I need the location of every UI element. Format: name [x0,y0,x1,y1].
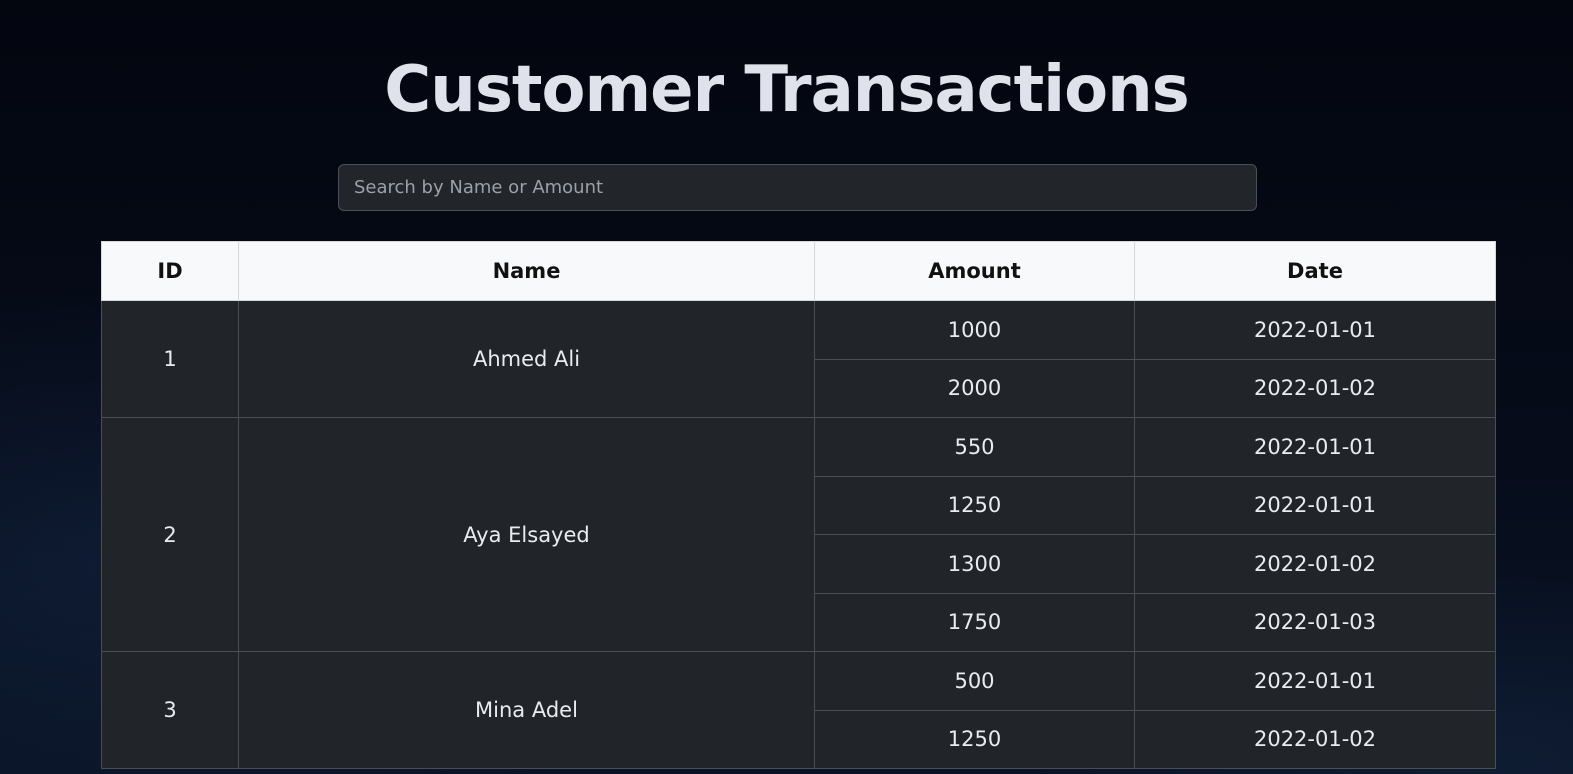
date-cell: 2022-01-01 [1134,417,1496,477]
table-row: 1 Ahmed Ali 1000 2022-01-01 [101,300,1496,418]
amount-cell: 1750 [814,592,1135,652]
date-cell: 2022-01-02 [1134,358,1496,418]
search-container [338,164,1257,211]
search-input[interactable] [338,164,1257,211]
amount-cell: 1250 [814,475,1135,535]
header-date: Date [1134,241,1496,301]
amount-cell: 1300 [814,534,1135,594]
amount-cell: 550 [814,417,1135,477]
amount-cell: 1000 [814,300,1135,360]
customer-id-cell: 3 [101,651,239,769]
amount-cell: 1250 [814,709,1135,769]
transactions-table: ID Name Amount Date 1 Ahmed Ali 1000 202… [101,241,1496,769]
customer-name-cell: Mina Adel [238,651,815,769]
customer-name-cell: Aya Elsayed [238,417,815,652]
date-cell: 2022-01-01 [1134,475,1496,535]
amount-cell: 500 [814,651,1135,711]
date-cell: 2022-01-01 [1134,651,1496,711]
page-title: Customer Transactions [384,53,1189,127]
customer-id-cell: 2 [101,417,239,652]
date-cell: 2022-01-02 [1134,709,1496,769]
table-row: 3 Mina Adel 500 2022-01-01 [101,651,1496,769]
customer-id-cell: 1 [101,300,239,418]
header-amount: Amount [814,241,1135,301]
header-id: ID [101,241,239,301]
table-header-row: ID Name Amount Date [101,241,1496,301]
customer-name-cell: Ahmed Ali [238,300,815,418]
date-cell: 2022-01-03 [1134,592,1496,652]
amount-cell: 2000 [814,358,1135,418]
date-cell: 2022-01-02 [1134,534,1496,594]
table-row: 2 Aya Elsayed 550 2022-01-01 [101,417,1496,652]
date-cell: 2022-01-01 [1134,300,1496,360]
header-name: Name [238,241,815,301]
